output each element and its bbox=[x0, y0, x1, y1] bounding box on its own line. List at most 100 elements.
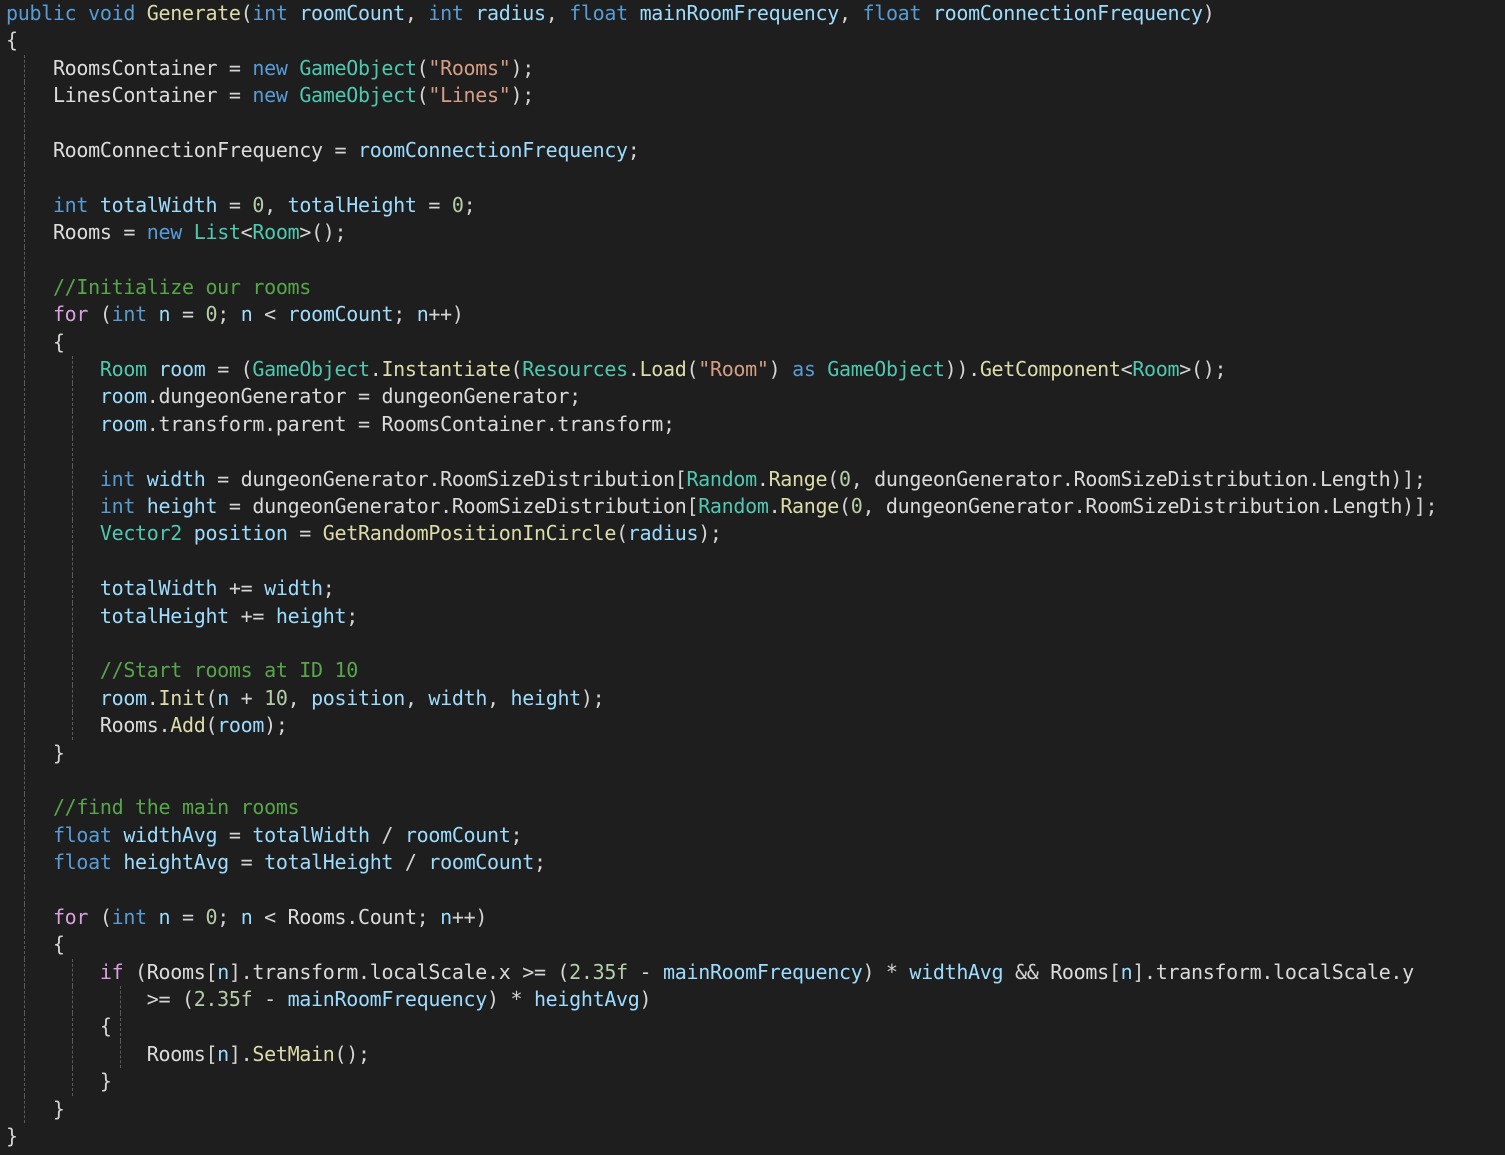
code-line[interactable] bbox=[0, 164, 1505, 192]
code-line[interactable]: int totalWidth = 0, totalHeight = 0; bbox=[0, 191, 1505, 220]
code-line[interactable]: { bbox=[0, 27, 1505, 54]
code-token: Range bbox=[768, 466, 828, 491]
code-token: totalWidth bbox=[252, 822, 370, 847]
code-line[interactable]: room.Init(n + 10, position, width, heigh… bbox=[0, 684, 1505, 713]
indent-guide bbox=[24, 109, 25, 137]
code-editor[interactable]: public void Generate(int roomCount, int … bbox=[0, 0, 1505, 1155]
code-line[interactable]: >= (2.35f - mainRoomFrequency) * heightA… bbox=[0, 986, 1505, 1014]
code-line[interactable]: Rooms[n].SetMain(); bbox=[0, 1040, 1505, 1069]
indent-guide bbox=[24, 356, 25, 384]
code-line[interactable] bbox=[0, 547, 1505, 576]
code-line[interactable]: for (int n = 0; n < Rooms.Count; n++) bbox=[0, 903, 1505, 932]
indent-guide bbox=[24, 301, 25, 329]
code-token: new bbox=[252, 83, 288, 108]
code-token: ; bbox=[533, 850, 546, 875]
code-line[interactable]: } bbox=[0, 1095, 1505, 1124]
code-line[interactable] bbox=[0, 876, 1505, 904]
indent-guide bbox=[24, 712, 25, 740]
code-token: ; bbox=[217, 904, 241, 929]
code-token: = bbox=[346, 411, 382, 436]
code-token: totalHeight bbox=[264, 850, 394, 875]
code-token: Room bbox=[99, 357, 147, 382]
code-line[interactable]: totalHeight += height; bbox=[0, 602, 1505, 630]
code-line[interactable]: Vector2 position = GetRandomPositionInCi… bbox=[0, 520, 1505, 548]
code-line[interactable]: Rooms = new List<Room>(); bbox=[0, 219, 1505, 247]
indent-guide bbox=[24, 547, 25, 576]
code-token: n bbox=[217, 685, 229, 710]
indent-guide bbox=[72, 958, 73, 987]
code-token: float bbox=[862, 1, 922, 25]
code-line[interactable]: Rooms.Add(room); bbox=[0, 712, 1505, 740]
code-line[interactable]: float heightAvg = totalHeight / roomCoun… bbox=[0, 849, 1505, 877]
code-line[interactable]: int width = dungeonGenerator.RoomSizeDis… bbox=[0, 465, 1505, 494]
code-line[interactable]: Room room = (GameObject.Instantiate(Reso… bbox=[0, 356, 1505, 384]
code-line[interactable]: totalWidth += width; bbox=[0, 575, 1505, 603]
code-line[interactable] bbox=[0, 109, 1505, 137]
code-token: int bbox=[99, 466, 136, 491]
code-token: radius bbox=[627, 521, 699, 546]
code-line[interactable]: } bbox=[0, 1068, 1505, 1096]
code-line[interactable]: //Initialize our rooms bbox=[0, 273, 1505, 302]
code-token: int bbox=[52, 192, 89, 217]
code-line[interactable]: int height = dungeonGenerator.RoomSizeDi… bbox=[0, 493, 1505, 521]
code-line[interactable] bbox=[0, 438, 1505, 466]
code-line[interactable]: //Start rooms at ID 10 bbox=[0, 657, 1505, 685]
code-token: LinesContainer bbox=[52, 83, 218, 108]
code-token: ; bbox=[346, 603, 358, 628]
code-token: totalHeight bbox=[99, 603, 229, 628]
code-line[interactable]: float widthAvg = totalWidth / roomCount; bbox=[0, 821, 1505, 850]
code-token: position bbox=[193, 521, 288, 546]
code-token: ); bbox=[510, 83, 534, 108]
code-token: widthAvg bbox=[909, 959, 1004, 984]
indent-guide bbox=[24, 602, 25, 630]
code-token: )). bbox=[944, 357, 981, 382]
code-token: position bbox=[311, 685, 405, 710]
code-token: //Initialize our rooms bbox=[52, 274, 312, 299]
indent-guide bbox=[120, 1040, 121, 1069]
code-line[interactable] bbox=[0, 766, 1505, 795]
code-token: n bbox=[217, 959, 229, 984]
code-line[interactable]: room.dungeonGenerator = dungeonGenerator… bbox=[0, 383, 1505, 411]
code-token: . bbox=[1073, 494, 1086, 519]
code-token: public bbox=[6, 1, 77, 25]
code-token: n bbox=[158, 302, 171, 327]
code-token: dungeonGenerator bbox=[381, 384, 570, 409]
code-line[interactable]: { bbox=[0, 1013, 1505, 1041]
code-line[interactable] bbox=[0, 246, 1505, 274]
code-token: = bbox=[170, 302, 206, 327]
code-token: ]. bbox=[228, 1041, 253, 1066]
code-token: as bbox=[792, 357, 816, 382]
code-line[interactable]: LinesContainer = new GameObject("Lines")… bbox=[0, 82, 1505, 110]
code-line[interactable]: public void Generate(int roomCount, int … bbox=[0, 0, 1505, 27]
code-token: for bbox=[52, 302, 89, 327]
code-line[interactable]: { bbox=[0, 931, 1505, 959]
code-token: - bbox=[627, 959, 664, 984]
code-line[interactable]: RoomConnectionFrequency = roomConnection… bbox=[0, 136, 1505, 165]
code-line[interactable] bbox=[0, 629, 1505, 658]
code-line[interactable]: RoomsContainer = new GameObject("Rooms")… bbox=[0, 54, 1505, 83]
code-lines[interactable]: public void Generate(int roomCount, int … bbox=[0, 0, 1505, 1150]
code-line[interactable]: if (Rooms[n].transform.localScale.x >= (… bbox=[0, 958, 1505, 987]
code-line[interactable]: } bbox=[0, 1123, 1505, 1150]
indent-guide bbox=[24, 493, 25, 521]
code-token: ) bbox=[639, 987, 652, 1012]
indent-guide bbox=[72, 657, 73, 685]
code-line[interactable]: } bbox=[0, 739, 1505, 767]
code-token: radius bbox=[475, 1, 546, 25]
code-token: room bbox=[99, 411, 147, 436]
code-token: ; bbox=[627, 137, 640, 162]
code-line[interactable]: for (int n = 0; n < roomCount; n++) bbox=[0, 301, 1505, 329]
code-line[interactable]: room.transform.parent = RoomsContainer.t… bbox=[0, 410, 1505, 439]
indent-guide bbox=[24, 739, 25, 767]
code-token: Vector2 bbox=[99, 521, 182, 546]
code-line[interactable]: { bbox=[0, 328, 1505, 357]
code-line[interactable]: //find the main rooms bbox=[0, 794, 1505, 822]
